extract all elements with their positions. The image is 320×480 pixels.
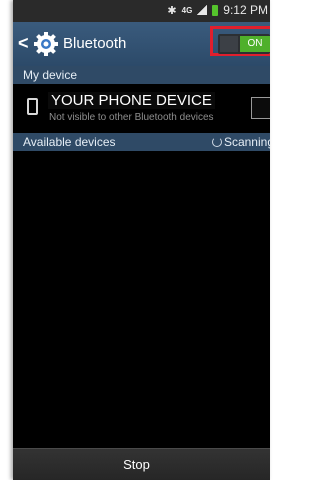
settings-gear-icon <box>34 32 58 56</box>
my-device-header: My device <box>13 66 270 84</box>
signal-icon <box>197 5 208 15</box>
available-devices-header: Available devices Scanning... <box>13 133 270 151</box>
page-title: Bluetooth <box>63 35 127 52</box>
scanning-spinner-icon <box>211 137 222 147</box>
available-devices-label: Available devices <box>23 135 116 149</box>
stop-button-label: Stop <box>123 457 150 472</box>
phone-screen: ✱ 4G 9:12 PM < Bluetooth ON My device YO… <box>13 0 270 480</box>
scanning-text: Scanning... <box>223 135 270 149</box>
bluetooth-toggle[interactable]: ON <box>218 34 270 54</box>
visibility-status: Not visible to other Bluetooth devices <box>49 112 214 123</box>
my-device-header-label: My device <box>23 68 78 82</box>
stop-button[interactable]: Stop <box>13 448 270 480</box>
device-name: YOUR PHONE DEVICE <box>48 92 215 109</box>
toggle-knob <box>220 36 238 52</box>
action-bar: < Bluetooth ON <box>13 22 270 66</box>
my-device-row[interactable]: YOUR PHONE DEVICE Not visible to other B… <box>13 84 270 133</box>
bluetooth-icon: ✱ <box>167 4 177 17</box>
battery-icon <box>212 4 219 16</box>
toggle-on-label: ON <box>240 36 270 52</box>
status-bar: ✱ 4G 9:12 PM <box>13 0 270 22</box>
phone-icon <box>27 98 38 115</box>
back-icon[interactable]: < <box>18 33 29 53</box>
scanning-status: Scanning... <box>211 133 270 151</box>
visibility-checkbox[interactable] <box>251 97 270 119</box>
network-type: 4G <box>181 5 193 15</box>
clock: 9:12 PM <box>223 3 268 17</box>
